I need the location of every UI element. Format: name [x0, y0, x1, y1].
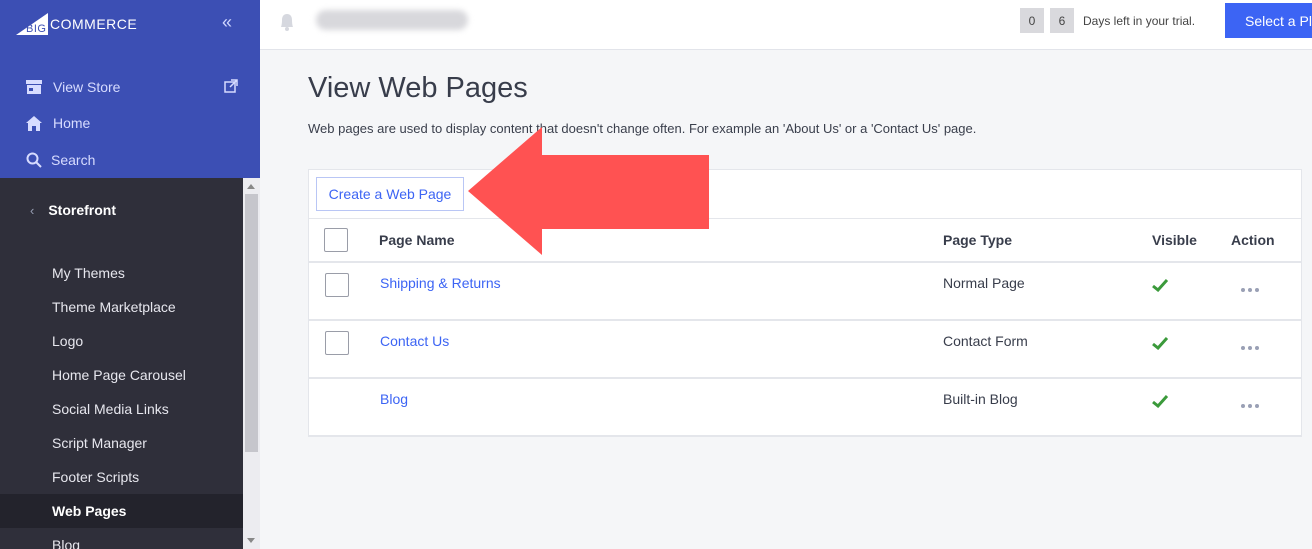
sidebar-item-label: My Themes — [52, 265, 125, 281]
logo-text: COMMERCE — [50, 16, 138, 32]
table-row — [308, 379, 1302, 437]
column-header-page-type[interactable]: Page Type — [943, 230, 1012, 250]
sidebar-scrollbar[interactable] — [243, 178, 260, 549]
column-header-visible[interactable]: Visible — [1152, 230, 1197, 250]
sidebar-item-script-manager[interactable]: Script Manager — [52, 426, 242, 460]
sidebar-item-footer-scripts[interactable]: Footer Scripts — [52, 460, 242, 494]
row-actions-icon[interactable] — [1241, 288, 1259, 294]
collapse-sidebar-icon[interactable]: « — [222, 12, 232, 33]
top-header: 0 6 Days left in your trial. Select a Pl… — [260, 0, 1312, 50]
visible-check-icon[interactable] — [1152, 278, 1168, 292]
sidebar-item-label: Social Media Links — [52, 401, 169, 417]
external-link-icon[interactable] — [224, 79, 238, 93]
sidebar-item-social-media-links[interactable]: Social Media Links — [52, 392, 242, 426]
page-name-link[interactable]: Contact Us — [380, 331, 449, 351]
home-icon — [25, 114, 43, 132]
sidebar-top: BIG COMMERCE « View Store Home Search — [0, 0, 260, 178]
create-web-page-button[interactable]: Create a Web Page — [316, 177, 464, 211]
sidebar-item-search[interactable]: Search — [25, 148, 95, 172]
section-title: Storefront — [48, 202, 117, 218]
page-name-link[interactable]: Shipping & Returns — [380, 273, 501, 293]
page-type: Built-in Blog — [943, 391, 1018, 407]
select-plan-button[interactable]: Select a Pla — [1225, 3, 1312, 38]
page-type: Contact Form — [943, 333, 1028, 349]
column-header-action: Action — [1231, 232, 1275, 248]
logo-mark-icon: BIG — [16, 13, 48, 35]
chevron-left-icon: ‹ — [30, 202, 35, 218]
sidebar-item-label: Footer Scripts — [52, 469, 140, 485]
annotation-arrow-icon — [468, 127, 709, 255]
sidebar-item-blog[interactable]: Blog — [52, 528, 242, 549]
trial-days-digit: 0 — [1020, 8, 1044, 33]
sidebar-item-web-pages[interactable]: Web Pages — [0, 494, 243, 528]
page-title: View Web Pages — [308, 72, 528, 104]
sidebar-item-label: Home Page Carousel — [52, 367, 186, 383]
sidebar-item-home-page-carousel[interactable]: Home Page Carousel — [52, 358, 242, 392]
svg-text:BIG: BIG — [26, 23, 46, 35]
column-header-page-name[interactable]: Page Name — [379, 230, 454, 250]
sidebar: BIG COMMERCE « View Store Home Search ‹ … — [0, 0, 260, 549]
page-type: Normal Page — [943, 275, 1025, 291]
sidebar-item-theme-marketplace[interactable]: Theme Marketplace — [52, 290, 242, 324]
sidebar-item-label: Search — [51, 152, 96, 168]
page-name-link[interactable]: Blog — [380, 389, 408, 409]
store-icon — [25, 78, 43, 96]
sidebar-item-label: Web Pages — [52, 503, 127, 519]
scroll-up-icon[interactable] — [247, 184, 255, 189]
bigcommerce-logo[interactable]: BIG COMMERCE — [16, 10, 137, 38]
sidebar-item-home[interactable]: Home — [25, 111, 90, 135]
search-icon — [25, 151, 43, 169]
trial-text: Days left in your trial. — [1083, 14, 1196, 28]
sidebar-item-label: Blog — [52, 537, 81, 549]
row-actions-icon[interactable] — [1241, 346, 1259, 352]
store-name-redacted — [316, 10, 468, 30]
sidebar-item-logo[interactable]: Logo — [52, 324, 242, 358]
row-checkbox[interactable] — [325, 331, 349, 355]
visible-check-icon[interactable] — [1152, 336, 1168, 350]
sidebar-section-storefront[interactable]: ‹ Storefront — [30, 200, 116, 220]
sidebar-item-view-store[interactable]: View Store — [25, 75, 120, 99]
sidebar-item-my-themes[interactable]: My Themes — [52, 256, 242, 290]
sidebar-item-label: Theme Marketplace — [52, 299, 176, 315]
sidebar-item-label: Script Manager — [52, 435, 147, 451]
trial-days-digit: 6 — [1050, 8, 1074, 33]
sidebar-item-label: Home — [53, 115, 91, 131]
select-all-checkbox[interactable] — [324, 228, 348, 252]
scroll-thumb[interactable] — [245, 194, 258, 452]
row-actions-icon[interactable] — [1241, 404, 1259, 410]
sidebar-item-label: View Store — [53, 79, 121, 95]
notification-bell-icon[interactable] — [278, 12, 296, 32]
table-row — [308, 321, 1302, 379]
visible-check-icon[interactable] — [1152, 394, 1168, 408]
scroll-down-icon[interactable] — [247, 538, 255, 543]
row-checkbox[interactable] — [325, 273, 349, 297]
sidebar-item-label: Logo — [52, 333, 84, 349]
